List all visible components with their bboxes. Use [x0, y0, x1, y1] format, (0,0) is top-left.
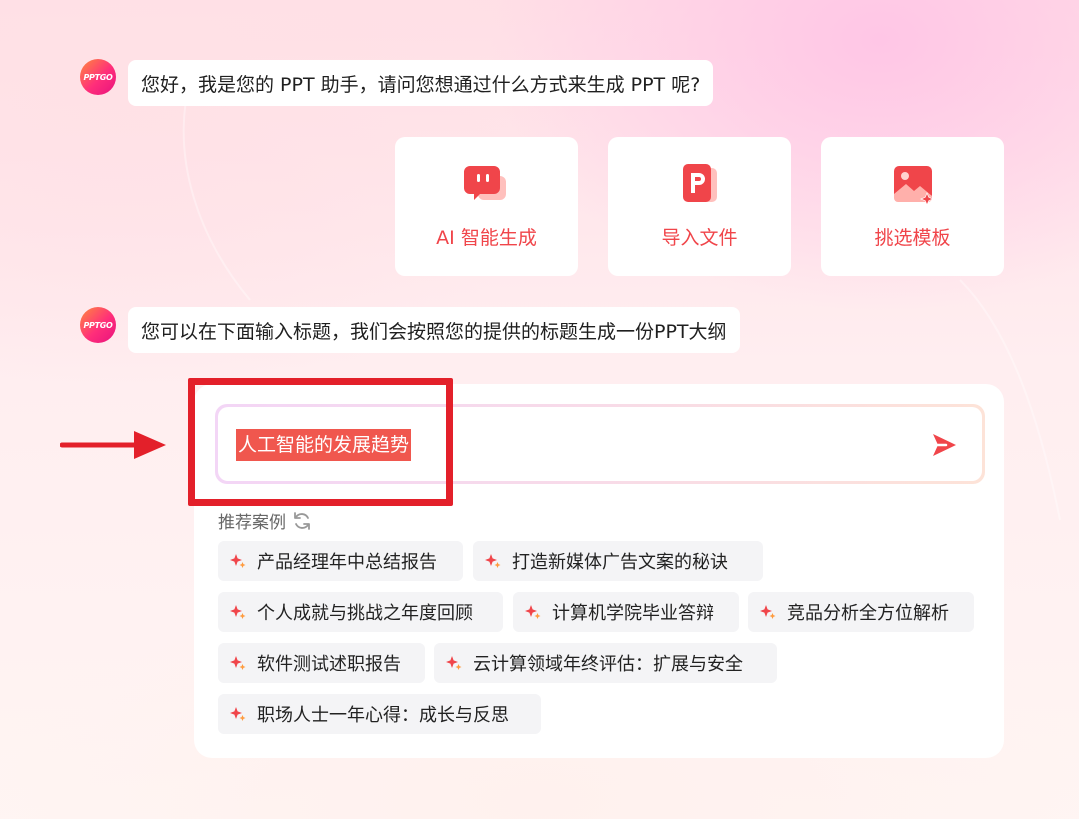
sparkle-icon [230, 707, 246, 721]
recommend-chip-label: 竞品分析全方位解析 [787, 603, 949, 624]
pick-template-card[interactable]: 挑选模板 [821, 137, 1004, 276]
greeting-text: 您好，我是您的 PPT 助手，请问您想通过什么方式来生成 PPT 呢? [141, 73, 701, 96]
recommend-chip-label: 云计算领域年终评估：扩展与安全 [473, 654, 743, 675]
sparkle-icon [446, 656, 462, 670]
annotation-arrow [60, 431, 166, 459]
avatar-logo-text: PPTGO [83, 320, 113, 330]
recommend-chip-label: 软件测试述职报告 [257, 654, 401, 675]
recommend-chip-label: 计算机学院毕业答辩 [552, 603, 714, 624]
sparkle-icon [525, 605, 541, 619]
instruction-bubble: 您可以在下面输入标题，我们会按照您的提供的标题生成一份PPT大纲 [128, 307, 740, 353]
recommend-chip-label: 打造新媒体广告文案的秘诀 [512, 552, 728, 573]
sparkle-icon [760, 605, 776, 619]
chat-bubble-icon [463, 166, 506, 200]
recommend-chip[interactable]: 产品经理年中总结报告 [218, 541, 463, 581]
ai-generate-card[interactable]: AI 智能生成 [395, 137, 578, 276]
recommend-chip-label: 个人成就与挑战之年度回顾 [257, 603, 473, 624]
recommend-chip[interactable]: 云计算领域年终评估：扩展与安全 [434, 643, 777, 683]
recommend-chip-label: 产品经理年中总结报告 [257, 552, 437, 573]
import-file-label: 导入文件 [661, 227, 738, 249]
send-icon[interactable] [930, 431, 958, 459]
recommend-chip[interactable]: 计算机学院毕业答辩 [513, 592, 739, 632]
sparkle-icon [485, 554, 501, 568]
pick-template-label: 挑选模板 [874, 227, 951, 249]
recommend-chip[interactable]: 打造新媒体广告文案的秘诀 [473, 541, 763, 581]
import-file-card[interactable]: 导入文件 [608, 137, 791, 276]
greeting-bubble: 您好，我是您的 PPT 助手，请问您想通过什么方式来生成 PPT 呢? [128, 60, 714, 106]
recommend-header: 推荐案例 [218, 508, 312, 533]
recommend-chip-label: 职场人士一年心得：成长与反思 [257, 705, 509, 726]
sparkle-icon [230, 554, 246, 568]
refresh-icon[interactable] [292, 511, 312, 531]
assistant-avatar: PPTGO [80, 59, 116, 95]
recommend-chip[interactable]: 职场人士一年心得：成长与反思 [218, 694, 541, 734]
recommend-chip[interactable]: 个人成就与挑战之年度回顾 [218, 592, 503, 632]
sparkle-icon [230, 656, 246, 670]
recommend-chip[interactable]: 竞品分析全方位解析 [748, 592, 974, 632]
instruction-text: 您可以在下面输入标题，我们会按照您的提供的标题生成一份PPT大纲 [141, 320, 727, 343]
sparkle-icon [230, 605, 246, 619]
recommend-title: 推荐案例 [218, 513, 286, 533]
ppt-file-icon [682, 164, 717, 202]
annotation-highlight-box [188, 378, 453, 506]
assistant-avatar: PPTGO [80, 307, 116, 343]
avatar-logo-text: PPTGO [83, 72, 113, 82]
ai-generate-label: AI 智能生成 [436, 227, 537, 249]
recommend-chip[interactable]: 软件测试述职报告 [218, 643, 425, 683]
image-template-icon [893, 166, 934, 206]
